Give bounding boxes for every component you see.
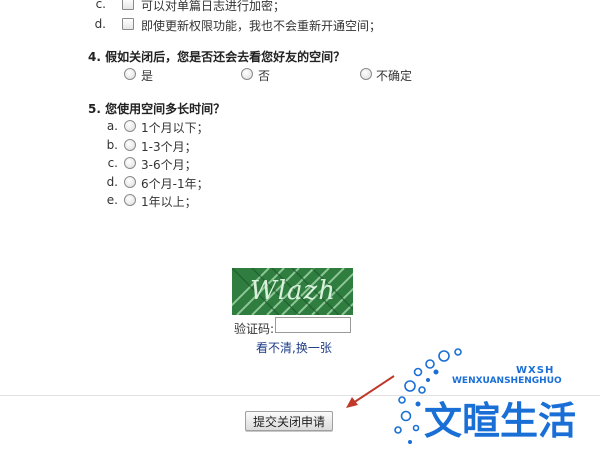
q4-title: 4. 假如关闭后，您是否还会去看您好友的空间？: [88, 50, 346, 64]
captcha-refresh-link[interactable]: 看不清,换一张: [256, 339, 332, 356]
q5-title: 5. 您使用空间多长时间？: [88, 102, 226, 116]
q5-option-letter-c: c.: [107, 156, 118, 170]
q4-option-unsure-radio[interactable]: [360, 68, 372, 80]
q4-option-unsure-label: 不确定: [376, 69, 413, 83]
watermark-pinyin: WENXUANSHENGHUO: [452, 376, 562, 386]
q3-option-letter-d: d.: [94, 17, 106, 31]
q3-option-d-label: 即使更新权限功能，我也不会重新开通空间；: [141, 19, 382, 33]
q5-option-e-radio[interactable]: [124, 194, 136, 206]
captcha-image[interactable]: Wlazh: [232, 268, 353, 315]
q4-option-no-radio[interactable]: [241, 68, 253, 80]
q5-option-a-radio[interactable]: [124, 120, 136, 132]
q5-option-letter-e: e.: [106, 193, 118, 207]
q3-option-letter-c: c.: [95, 0, 106, 11]
q5-option-b-radio[interactable]: [124, 139, 136, 151]
q5-option-letter-a: a.: [106, 119, 118, 133]
q5-option-letter-d: d.: [106, 175, 118, 189]
q5-option-letter-b: b.: [106, 138, 118, 152]
q5-option-a-label: 1个月以下；: [141, 121, 209, 135]
q5-option-e-label: 1年以上；: [141, 195, 197, 209]
q4-option-no-label: 否: [258, 69, 271, 83]
q3-option-d-checkbox[interactable]: [122, 18, 134, 30]
captcha-text: Wlazh: [250, 276, 336, 306]
q5-option-b-label: 1-3个月；: [141, 140, 197, 154]
q3-option-c-checkbox[interactable]: [122, 0, 134, 10]
watermark-brand: 文暄生活: [424, 399, 577, 443]
q4-option-yes-radio[interactable]: [124, 68, 136, 80]
submit-close-request-button[interactable]: 提交关闭申请: [245, 411, 333, 431]
watermark-logo: WXSH WENXUANSHENGHUO 文暄生活: [388, 342, 600, 462]
q4-option-yes-label: 是: [141, 69, 154, 83]
captcha-label: 验证码:: [234, 322, 275, 336]
q3-option-c-label: 可以对单篇日志进行加密；: [141, 0, 286, 13]
q5-option-c-radio[interactable]: [124, 157, 136, 169]
q5-option-d-radio[interactable]: [124, 176, 136, 188]
q5-option-d-label: 6个月-1年；: [141, 177, 209, 191]
watermark-tag: WXSH: [516, 365, 555, 376]
q5-option-c-label: 3-6个月；: [141, 158, 197, 172]
captcha-input[interactable]: [275, 317, 351, 333]
